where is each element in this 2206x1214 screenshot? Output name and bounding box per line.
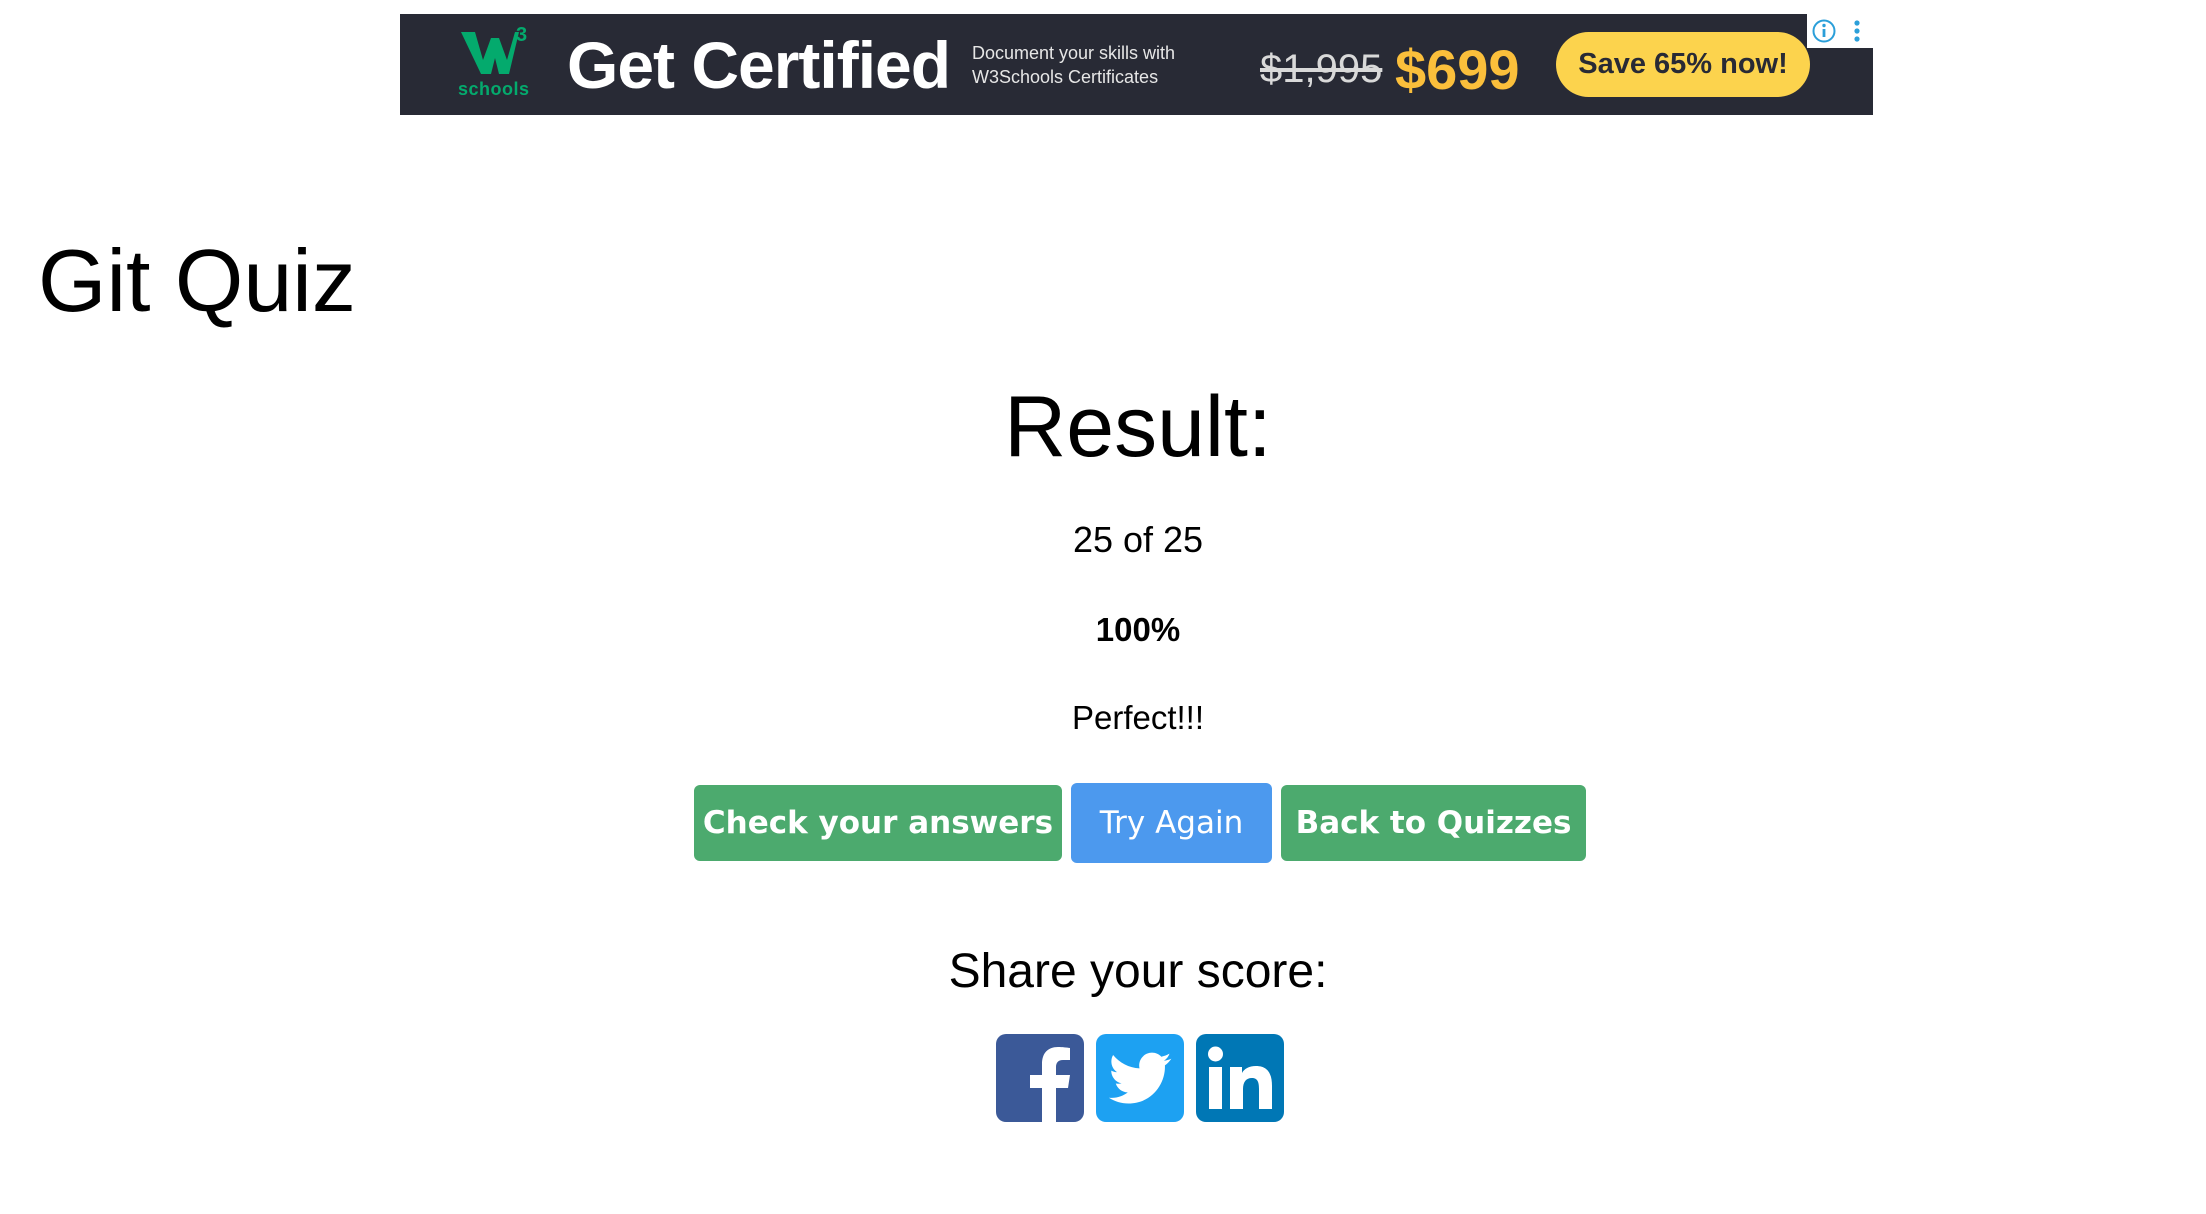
ad-banner[interactable]: 3 schools Get Certified Document your sk… bbox=[400, 14, 1873, 115]
quiz-result-page: 3 schools Get Certified Document your sk… bbox=[0, 0, 2206, 1214]
try-again-button[interactable]: Try Again bbox=[1071, 783, 1272, 863]
check-answers-button[interactable]: Check your answers bbox=[694, 785, 1062, 861]
more-options-icon[interactable] bbox=[1840, 14, 1873, 48]
percent-text: 100% bbox=[1095, 611, 1181, 648]
ad-cta-button[interactable]: Save 65% now! bbox=[1556, 32, 1810, 97]
result-message: Perfect!!! bbox=[1071, 699, 1205, 736]
twitter-icon[interactable] bbox=[1096, 1034, 1184, 1122]
logo-text: schools bbox=[458, 79, 530, 99]
share-heading: Share your score: bbox=[948, 945, 1328, 998]
ad-new-price: $699 bbox=[1395, 38, 1520, 101]
adchoices-info-icon[interactable] bbox=[1807, 14, 1840, 48]
facebook-icon[interactable] bbox=[996, 1034, 1084, 1122]
back-to-quizzes-button[interactable]: Back to Quizzes bbox=[1281, 785, 1586, 861]
ad-headline: Get Certified bbox=[567, 28, 951, 102]
result-heading: Result: bbox=[1004, 379, 1272, 475]
share-buttons bbox=[996, 1034, 1286, 1122]
linkedin-icon[interactable] bbox=[1196, 1034, 1284, 1122]
w3schools-logo[interactable]: 3 schools bbox=[455, 24, 535, 104]
score-text: 25 of 25 bbox=[1072, 519, 1204, 560]
w3schools-logo-icon bbox=[461, 32, 519, 74]
ad-subtext: Document your skills with W3Schools Cert… bbox=[972, 43, 1176, 87]
logo-superscript: 3 bbox=[516, 24, 528, 46]
ad-controls bbox=[1807, 14, 1873, 48]
ad-old-price: $1,995 bbox=[1260, 47, 1383, 91]
page-title: Git Quiz bbox=[38, 231, 356, 330]
